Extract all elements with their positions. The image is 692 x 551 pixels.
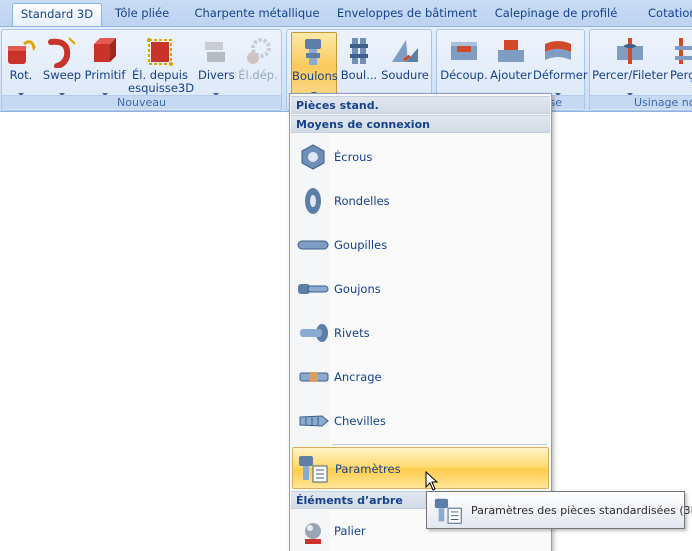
menu-item-label: Palier	[334, 524, 366, 538]
percer-label: Percer/Fileter	[592, 68, 668, 82]
cube-icon	[88, 34, 122, 68]
decoup-label: Découp.	[440, 68, 488, 82]
rot-label: Rot.	[9, 68, 33, 82]
menu-item-ancrage[interactable]: Ancrage	[292, 356, 549, 398]
menu-item-goujons[interactable]: Goujons	[292, 268, 549, 310]
boulons-label: Boulons	[292, 69, 338, 83]
parameters-icon	[297, 452, 331, 486]
mouse-cursor-icon	[425, 471, 439, 491]
group-label-nouveau: Nouveau	[2, 95, 281, 109]
tab-tole-pliee[interactable]: Tôle pliée	[106, 3, 178, 26]
pin-icon	[296, 228, 330, 262]
rot-button[interactable]: Rot.	[4, 32, 38, 96]
divers-label: Divers	[198, 68, 235, 82]
perca-button[interactable]: Perça	[668, 32, 692, 96]
percer-fileter-button[interactable]: Percer/Fileter	[592, 32, 668, 96]
parameters-icon	[433, 495, 465, 527]
bolt-icon	[297, 35, 331, 69]
gear-icon	[241, 34, 275, 68]
menu-item-ecrous[interactable]: Écrous	[292, 136, 549, 178]
menu-header-pieces-stand: Pièces stand.	[291, 96, 550, 114]
soudure-button[interactable]: Soudure	[381, 32, 429, 96]
menu-item-label: Chevilles	[334, 414, 386, 428]
tab-enveloppes-batiment[interactable]: Enveloppes de bâtiment	[334, 3, 480, 26]
tab-standard-3d[interactable]: Standard 3D	[12, 3, 102, 26]
dowel-icon	[296, 404, 330, 438]
cut-icon	[447, 34, 481, 68]
blocks-icon	[199, 34, 233, 68]
primitif-button[interactable]: Primitif	[84, 32, 126, 96]
divers-button[interactable]: Divers	[198, 32, 235, 96]
deformer-button[interactable]: Déformer	[533, 32, 588, 96]
sketch-element-icon	[143, 34, 177, 68]
ribbon-tab-strip: Standard 3D Tôle pliée Charpente métalli…	[0, 0, 692, 26]
menu-item-label: Paramètres	[335, 462, 401, 476]
menu-item-label: Rivets	[334, 326, 370, 340]
menu-item-label: Écrous	[334, 150, 373, 164]
menu-item-parametres[interactable]: Paramètres	[292, 447, 549, 489]
sweep-label: Sweep	[42, 68, 82, 82]
boulons-dropdown-menu: Pièces stand. Moyens de connexion Écrous…	[289, 93, 552, 551]
decoup-button[interactable]: Découp.	[439, 32, 489, 96]
menu-item-label: Rondelles	[334, 194, 390, 208]
deform-icon	[541, 34, 575, 68]
rivet-icon	[296, 316, 330, 350]
el-dep-label: Él.dép.	[238, 68, 278, 82]
nut-icon	[296, 140, 330, 174]
group-label-usinage: Usinage no	[590, 95, 692, 109]
rotation-icon	[4, 34, 38, 68]
ajouter-button[interactable]: Ajouter	[489, 32, 533, 96]
ajouter-label: Ajouter	[490, 68, 532, 82]
primitif-label: Primitif	[84, 68, 126, 82]
bearing-icon	[296, 514, 330, 548]
menu-item-rivets[interactable]: Rivets	[292, 312, 549, 354]
group-nouveau: Rot. Sweep Primitif Él. depuis esquisse3…	[1, 29, 282, 111]
soudure-label: Soudure	[381, 68, 429, 82]
drill-icon	[613, 34, 647, 68]
menu-item-label: Ancrage	[334, 370, 382, 384]
tab-cotation[interactable]: Cotation	[640, 3, 692, 26]
menu-item-goupilles[interactable]: Goupilles	[292, 224, 549, 266]
perca-label: Perça	[670, 68, 692, 82]
sweep-icon	[45, 34, 79, 68]
parametres-tooltip: Paramètres des pièces standardisées (3D)	[426, 491, 692, 529]
group-usinage: Percer/Fileter Perça Usinage no	[589, 29, 692, 111]
sweep-button[interactable]: Sweep	[42, 32, 82, 96]
el-depuis-label-2: esquisse3D	[128, 81, 195, 95]
menu-separator	[332, 444, 547, 445]
menu-item-rondelles[interactable]: Rondelles	[292, 180, 549, 222]
tooltip-text: Paramètres des pièces standardisées (3D)	[471, 504, 692, 517]
bolt-pattern-icon	[342, 34, 376, 68]
menu-item-label: Goujons	[334, 282, 381, 296]
deformer-label: Déformer	[533, 68, 588, 82]
boul-button[interactable]: Boul...	[339, 32, 379, 96]
el-depuis-esquisse-button[interactable]: Él. depuis esquisse3D	[128, 32, 195, 96]
boulons-button[interactable]: Boulons	[291, 32, 338, 96]
menu-header-moyens-connexion: Moyens de connexion	[291, 115, 550, 133]
tab-charpente-metallique[interactable]: Charpente métallique	[188, 3, 326, 26]
washer-icon	[296, 184, 330, 218]
el-dep-button[interactable]: Él.dép.	[238, 32, 278, 96]
boul-label: Boul...	[340, 68, 378, 82]
menu-item-label: Goupilles	[334, 238, 388, 252]
add-material-icon	[494, 34, 528, 68]
menu-item-chevilles[interactable]: Chevilles	[292, 400, 549, 442]
stud-icon	[296, 272, 330, 306]
weld-icon	[388, 34, 422, 68]
anchor-icon	[296, 360, 330, 394]
tab-calepinage-profile[interactable]: Calepinage de profilé	[490, 3, 622, 26]
drill-pattern-icon	[673, 34, 692, 68]
